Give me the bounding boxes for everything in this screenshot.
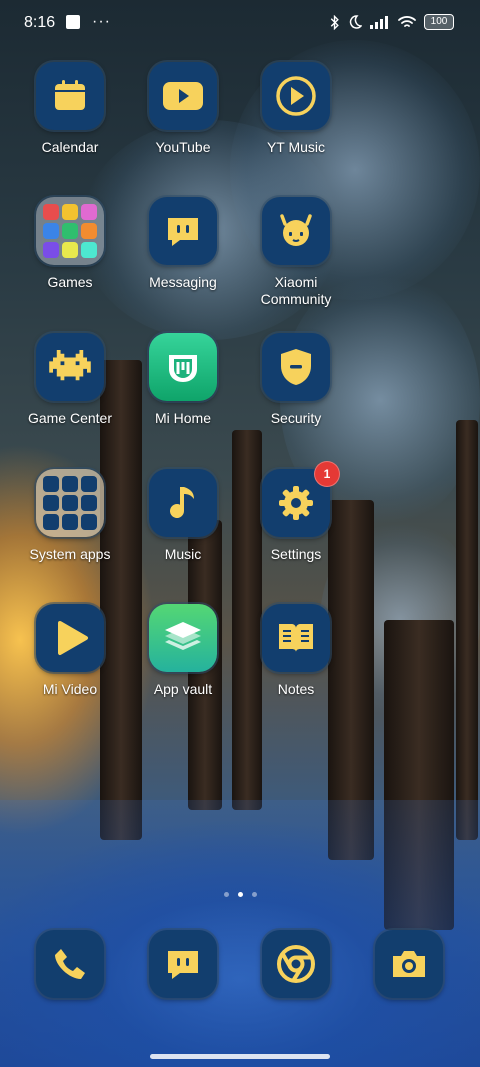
more-dots-icon: ··· (92, 13, 111, 30)
app-label: System apps (29, 546, 111, 562)
game-center-icon (36, 333, 104, 401)
app-system-apps-folder[interactable]: System apps (14, 469, 126, 563)
xiaomi-community-icon (262, 197, 330, 265)
app-label: Games (47, 274, 93, 290)
dock-messaging[interactable] (127, 930, 239, 998)
music-note-icon (149, 469, 217, 537)
app-label: Notes (277, 681, 315, 697)
app-security-shield[interactable]: Security (240, 333, 352, 427)
chrome-icon (262, 930, 330, 998)
security-shield-icon (262, 333, 330, 401)
dock-chrome[interactable] (240, 930, 352, 998)
app-messaging[interactable]: Messaging (127, 197, 239, 291)
app-label: YouTube (155, 139, 211, 155)
app-games-folder[interactable]: Games (14, 197, 126, 291)
app-label: Messaging (149, 274, 217, 290)
app-label: App vault (153, 681, 213, 697)
dock-phone[interactable] (14, 930, 126, 998)
page-indicator[interactable] (0, 892, 480, 897)
app-calendar[interactable]: Calendar (14, 62, 126, 156)
page-dot (223, 892, 229, 897)
mi-video-play-icon (36, 604, 104, 672)
screenshot-icon (66, 15, 80, 29)
notes-book-icon (262, 604, 330, 672)
app-notes-book[interactable]: Notes (240, 604, 352, 698)
dock-camera[interactable] (353, 930, 465, 998)
bluetooth-icon (330, 14, 339, 30)
youtube-icon (149, 62, 217, 130)
wifi-icon (398, 16, 416, 27)
app-label: Mi Video (42, 681, 98, 697)
app-label: Settings (270, 546, 322, 562)
app-label: Music (164, 546, 202, 562)
status-bar: 8:16 ··· 100 (0, 0, 480, 46)
page-dot (251, 892, 257, 897)
camera-icon (375, 930, 443, 998)
mi-home-icon (149, 333, 217, 401)
home-indicator[interactable] (150, 1054, 330, 1059)
page-dot-active (237, 892, 243, 897)
phone-icon (36, 930, 104, 998)
app-label: YT Music (266, 139, 326, 155)
notification-badge: 1 (314, 461, 340, 487)
app-yt-music[interactable]: YT Music (240, 62, 352, 156)
app-settings-gear[interactable]: 1 Settings (240, 461, 352, 563)
games-folder-icon (36, 197, 104, 265)
calendar-icon (36, 62, 104, 130)
settings-gear-icon: 1 (262, 461, 340, 537)
system-apps-folder-icon (36, 469, 104, 537)
battery-icon: 100 (424, 14, 454, 30)
app-xiaomi-community[interactable]: Xiaomi Community (240, 197, 352, 308)
app-app-vault-layers[interactable]: App vault (127, 604, 239, 698)
yt-music-icon (262, 62, 330, 130)
app-label: Game Center (27, 410, 113, 426)
app-label: Security (270, 410, 322, 426)
signal-icon (370, 15, 388, 29)
app-label: Calendar (41, 139, 99, 155)
status-time: 8:16 (24, 14, 56, 31)
app-music-note[interactable]: Music (127, 469, 239, 563)
messaging-icon (149, 197, 217, 265)
do-not-disturb-moon-icon (349, 15, 362, 29)
app-label: Mi Home (154, 410, 211, 426)
app-mi-video-play[interactable]: Mi Video (14, 604, 126, 698)
app-game-center[interactable]: Game Center (14, 333, 126, 427)
app-vault-layers-icon (149, 604, 217, 672)
app-mi-home[interactable]: Mi Home (127, 333, 239, 427)
app-youtube[interactable]: YouTube (127, 62, 239, 156)
messaging-icon (149, 930, 217, 998)
app-label: Xiaomi Community (260, 274, 332, 307)
